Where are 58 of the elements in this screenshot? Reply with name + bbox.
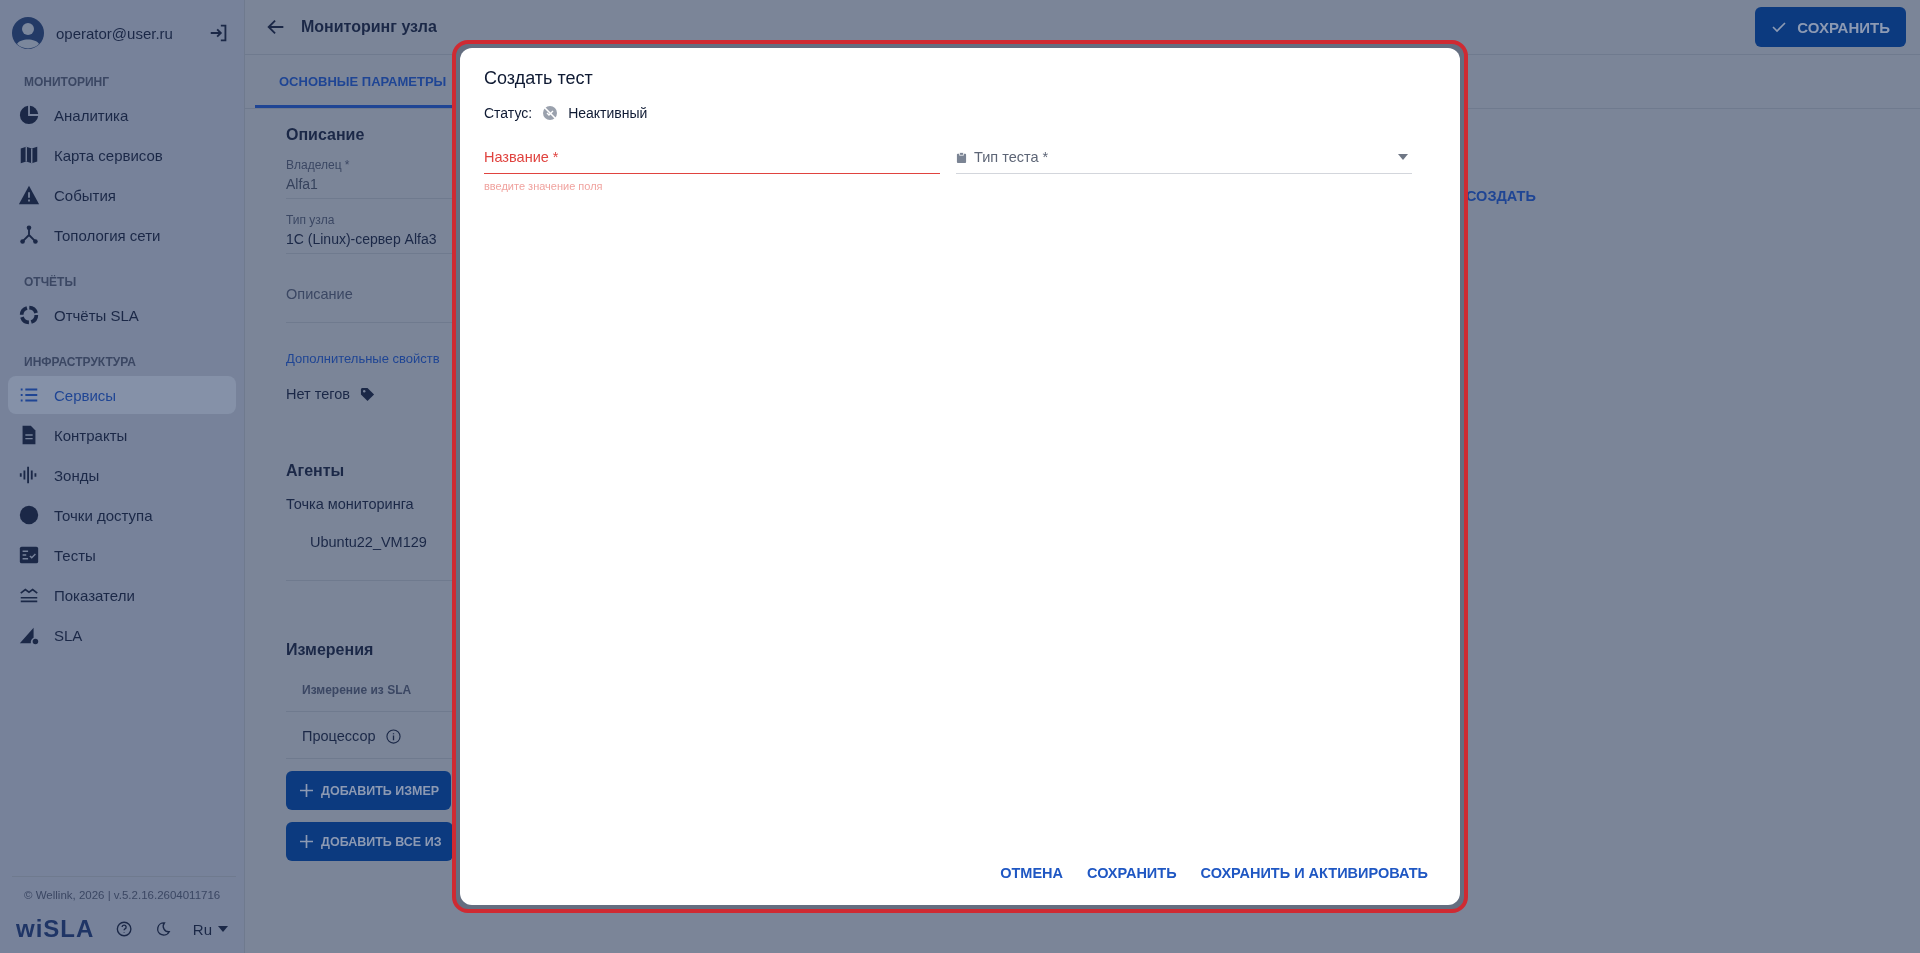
field-label: Точка мониторинга [286, 496, 414, 512]
avatar-icon [12, 17, 44, 49]
logo: wiSLA [16, 915, 95, 943]
checklist-icon [18, 544, 40, 566]
section-title: МОНИТОРИНГ [23, 75, 111, 89]
create-link[interactable]: СОЗДАТЬ [1466, 188, 1536, 204]
page-title: Мониторинг узла [301, 18, 437, 36]
add-button[interactable]: ДОБАВИТЬ ИЗМЕР [286, 771, 452, 810]
name-field[interactable]: Название * [484, 147, 940, 174]
plus-icon [300, 835, 313, 848]
section-heading: Описание [286, 126, 365, 144]
dialog-action-button[interactable]: СОХРАНИТЬ И АКТИВИРОВАТЬ [1192, 859, 1436, 887]
field-label: Владелец * [286, 158, 351, 172]
section-title: ИНФРАСТРУКТУРА [23, 355, 137, 369]
tag-icon[interactable] [360, 386, 375, 402]
status-value: Неактивный [568, 105, 648, 121]
dot-icon [18, 504, 40, 526]
save-button[interactable]: СОХРАНИТЬ [1755, 7, 1906, 47]
nav-item[interactable]: Контракты [8, 416, 236, 454]
nav-item[interactable]: Зонды [8, 456, 236, 494]
check-icon [1771, 19, 1788, 35]
nav-item[interactable]: Отчёты SLA [8, 296, 236, 334]
nav-item[interactable]: События [8, 176, 236, 214]
extra-properties-link[interactable]: Дополнительные свойств [286, 351, 440, 366]
section-title: ОТЧЁТЫ [23, 275, 78, 289]
warning-icon [18, 184, 40, 206]
caret-icon [1398, 154, 1408, 160]
user-email: operator@user.ru [56, 24, 174, 42]
section-heading: Агенты [286, 462, 345, 480]
copyright-text: © Wellink, 2026 | v.5.2.16.2604011716 [12, 876, 236, 901]
pie-icon [18, 104, 40, 126]
topology-icon [18, 224, 40, 246]
field-label: Тип узла [286, 213, 336, 227]
section-heading: Измерения [286, 641, 374, 659]
test-type-select[interactable]: Тип теста * [956, 147, 1412, 174]
error-message: введите значение поля [484, 180, 604, 192]
ring-icon [18, 304, 40, 326]
tags-text: Нет тегов [286, 386, 350, 402]
nav-item[interactable]: Показатели [8, 576, 236, 614]
nav-item[interactable]: Точки доступа [8, 496, 236, 534]
language-select[interactable]: Ru [192, 920, 228, 938]
nav-item[interactable]: Сервисы [8, 376, 236, 414]
status-label: Статус: [484, 105, 533, 121]
plus-icon [300, 784, 313, 797]
nav-item[interactable]: SLA [8, 616, 236, 654]
map-icon [18, 144, 40, 166]
caret-icon [218, 926, 228, 932]
add-button[interactable]: ДОБАВИТЬ ВСЕ ИЗ [286, 822, 454, 861]
nav-item[interactable]: Аналитика [8, 96, 236, 134]
info-icon[interactable] [385, 728, 401, 744]
dialog-title: Создать тест [484, 68, 594, 89]
dialog-action-button[interactable]: СОХРАНИТЬ [1079, 859, 1185, 887]
nav-item[interactable]: Тесты [8, 536, 236, 574]
clipboard-icon [956, 151, 967, 163]
table-cell: Процессор [302, 728, 376, 744]
nav-item[interactable]: Топология сети [8, 216, 236, 254]
dialog-action-button[interactable]: ОТМЕНА [992, 859, 1071, 887]
nav-item[interactable]: Карта сервисов [8, 136, 236, 174]
